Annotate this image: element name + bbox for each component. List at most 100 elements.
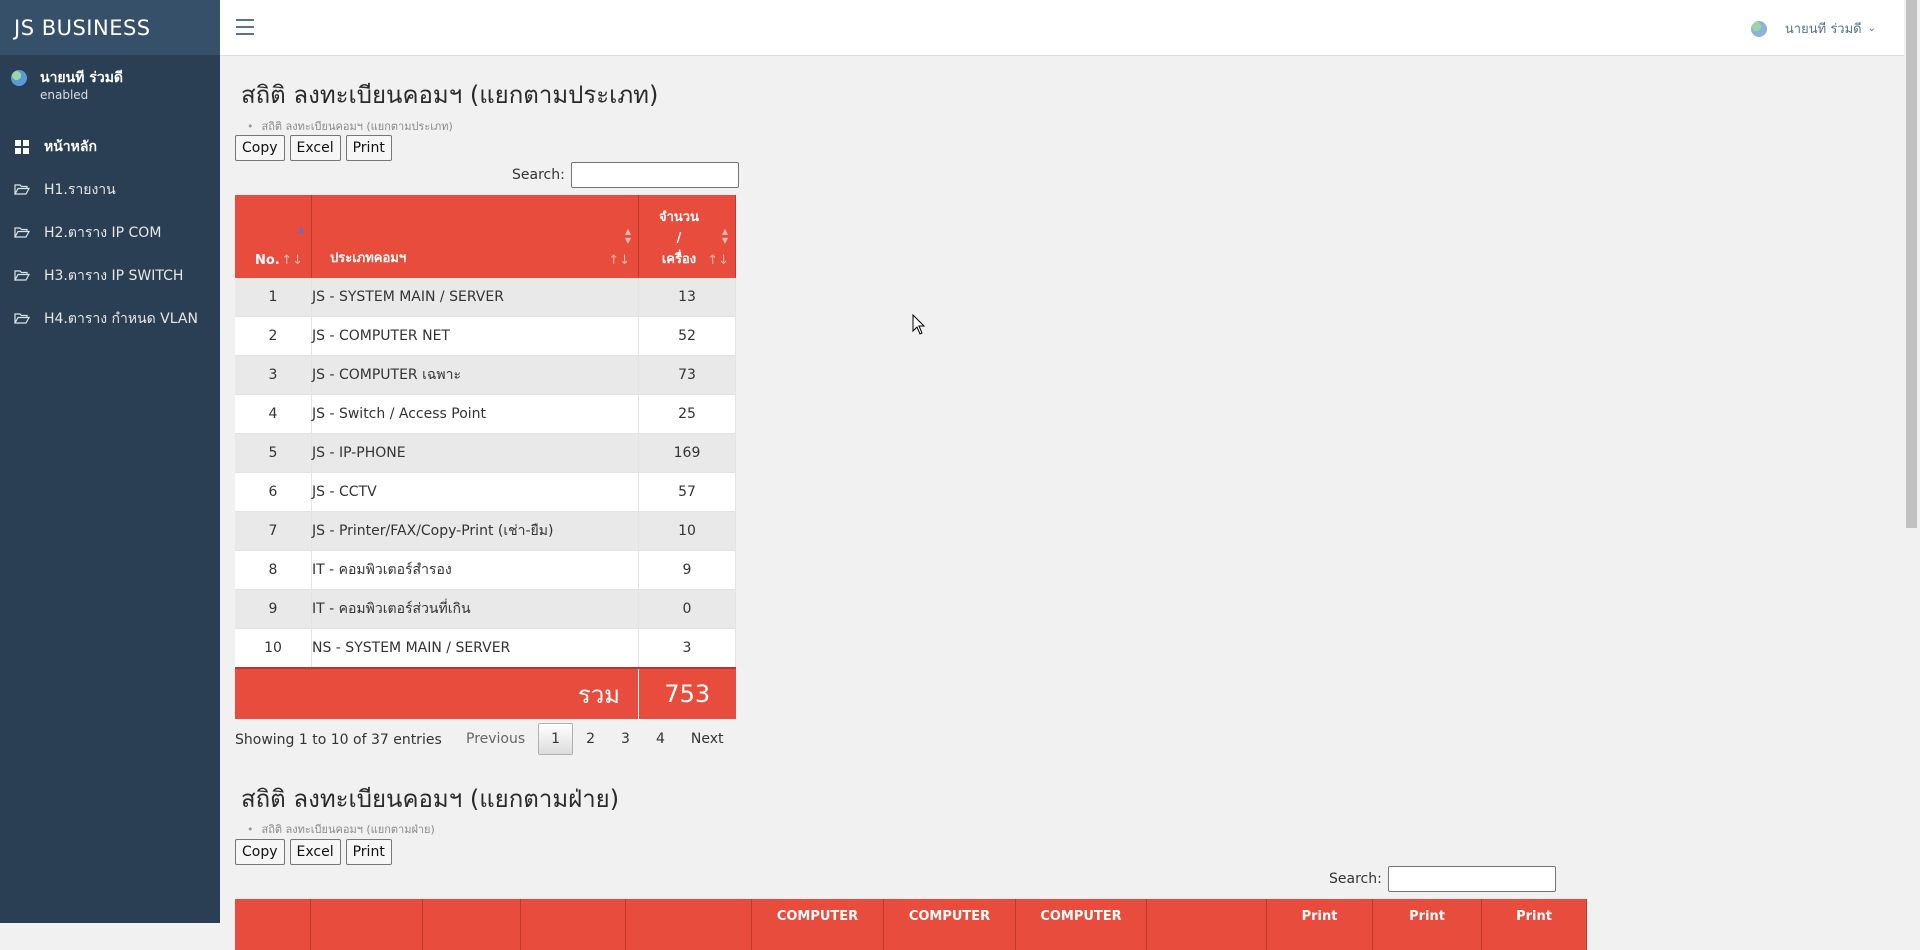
- sidebar-item-label: H3.ตาราง IP SWITCH: [44, 267, 184, 284]
- col-header[interactable]: [1146, 899, 1267, 950]
- sort-arrows-icon: ↑↓: [281, 253, 303, 268]
- cell-no: 2: [235, 316, 312, 356]
- brand-title[interactable]: JS BUSINESS: [0, 0, 220, 55]
- sidebar-item-label: หน้าหลัก: [44, 138, 97, 155]
- table-row[interactable]: 1 JS - SYSTEM MAIN / SERVER 13: [235, 278, 736, 317]
- user-avatar: [1750, 20, 1767, 37]
- pagination-page-3[interactable]: 3: [608, 723, 643, 755]
- cell-no: 9: [235, 589, 312, 629]
- mouse-cursor-icon: [912, 314, 926, 335]
- col-header[interactable]: Print: [1481, 899, 1587, 950]
- table-row[interactable]: 4 JS - Switch / Access Point 25: [235, 394, 736, 434]
- cell-type: IT - คอมพิวเตอร์ส่วนที่เกิน: [311, 589, 639, 629]
- sidebar-item-ip-switch[interactable]: H3.ตาราง IP SWITCH: [0, 254, 220, 297]
- sidebar-item-home[interactable]: หน้าหลัก: [0, 125, 220, 168]
- folder-open-icon: [14, 312, 30, 326]
- cell-type: JS - CCTV: [311, 472, 639, 512]
- table-row[interactable]: 8 IT - คอมพิวเตอร์สำรอง 9: [235, 550, 736, 590]
- cell-no: 6: [235, 472, 312, 512]
- sidebar-item-vlan[interactable]: H4.ตาราง กำหนด VLAN: [0, 297, 220, 340]
- table-row[interactable]: 3 JS - COMPUTER เฉพาะ 73: [235, 355, 736, 395]
- table-row[interactable]: 6 JS - CCTV 57: [235, 472, 736, 512]
- sort-icon: ▲ ▼: [721, 227, 729, 245]
- col-header-type[interactable]: ประเภทคอมฯ ▲ ▼ ↑↓: [311, 195, 639, 278]
- user-menu[interactable]: นายนที ร่วมดี ⌄: [1750, 18, 1876, 39]
- col-header[interactable]: [235, 899, 311, 950]
- col-no-label: No.: [255, 253, 280, 268]
- division-stats-table: COMPUTER COMPUTER COMPUTER Print Print P…: [235, 899, 1587, 950]
- sidebar-menu: หน้าหลัก H1.รายงาน H2.ตาราง IP COM H3.ตา…: [0, 125, 220, 340]
- type-stats-table: No. ▲ ↑↓ ประเภทคอมฯ ▲ ▼ ↑↓ จำนวน / เครื่อ…: [235, 195, 736, 719]
- cell-type: JS - SYSTEM MAIN / SERVER: [311, 278, 639, 317]
- cell-type: JS - COMPUTER เฉพาะ: [311, 355, 639, 395]
- pagination-next[interactable]: Next: [678, 723, 737, 755]
- user-name: นายนที ร่วมดี: [1784, 22, 1862, 37]
- profile-name: นายนที ร่วมดี: [40, 70, 124, 86]
- col-qty-label-1: จำนวน: [659, 210, 699, 225]
- pagination-previous[interactable]: Previous: [453, 723, 538, 755]
- col-header[interactable]: Print: [1372, 899, 1482, 950]
- cell-type: JS - Switch / Access Point: [311, 394, 639, 434]
- cell-no: 7: [235, 511, 312, 551]
- print-button[interactable]: Print: [345, 135, 392, 161]
- cell-qty: 0: [638, 589, 736, 629]
- table-row[interactable]: 9 IT - คอมพิวเตอร์ส่วนที่เกิน 0: [235, 589, 736, 629]
- total-value: 753: [638, 667, 736, 719]
- col-header[interactable]: [625, 899, 752, 950]
- col-header[interactable]: [422, 899, 521, 950]
- sidebar-item-report[interactable]: H1.รายงาน: [0, 168, 220, 211]
- cell-type: JS - COMPUTER NET: [311, 316, 639, 356]
- table-row[interactable]: 5 JS - IP-PHONE 169: [235, 433, 736, 473]
- copy-button[interactable]: Copy: [235, 839, 285, 865]
- profile-panel: นายนที ร่วมดี enabled: [0, 55, 220, 125]
- pagination-page-1[interactable]: 1: [538, 723, 574, 755]
- cell-no: 5: [235, 433, 312, 473]
- print-button[interactable]: Print: [345, 839, 392, 865]
- col-header[interactable]: COMPUTER: [751, 899, 884, 950]
- scrollbar-thumb[interactable]: [1906, 0, 1917, 528]
- cell-qty: 10: [638, 511, 736, 551]
- section1-breadcrumb: สถิติ ลงทะเบียนคอมฯ (แยกตามประเภท): [247, 117, 453, 135]
- folder-open-icon: [14, 183, 30, 197]
- folder-open-icon: [14, 269, 30, 283]
- search-input[interactable]: [1387, 866, 1556, 892]
- cell-qty: 169: [638, 433, 736, 473]
- excel-button[interactable]: Excel: [289, 135, 341, 161]
- table-row[interactable]: 2 JS - COMPUTER NET 52: [235, 316, 736, 356]
- col-qty-label-2: /: [676, 231, 682, 246]
- section2-breadcrumb: สถิติ ลงทะเบียนคอมฯ (แยกตามฝ่าย): [247, 820, 435, 838]
- sidebar-item-label: H1.รายงาน: [44, 181, 116, 198]
- chevron-down-icon: ⌄: [1867, 23, 1876, 34]
- section1-search: Search:: [512, 162, 739, 188]
- search-input[interactable]: [570, 162, 739, 188]
- section2-search: Search:: [1329, 866, 1556, 892]
- col-header[interactable]: [520, 899, 626, 950]
- col-header[interactable]: COMPUTER: [883, 899, 1016, 950]
- search-label: Search:: [512, 167, 565, 183]
- cell-type: JS - Printer/FAX/Copy-Print (เช่า-ยืม): [311, 511, 639, 551]
- table-row[interactable]: 10 NS - SYSTEM MAIN / SERVER 3: [235, 628, 736, 669]
- col-header[interactable]: COMPUTER: [1015, 899, 1147, 950]
- sidebar-item-ip-com[interactable]: H2.ตาราง IP COM: [0, 211, 220, 254]
- cell-no: 1: [235, 278, 312, 317]
- col-type-label: ประเภทคอมฯ: [330, 251, 407, 266]
- sort-arrows-icon: ↑↓: [707, 253, 729, 268]
- pagination-page-2[interactable]: 2: [573, 723, 608, 755]
- avatar: [11, 70, 27, 86]
- section2-export-buttons: Copy Excel Print: [235, 839, 392, 865]
- excel-button[interactable]: Excel: [289, 839, 341, 865]
- type-stats-body: 1 JS - SYSTEM MAIN / SERVER 13 2 JS - COMPU…: [235, 278, 736, 669]
- col-header-no[interactable]: No. ▲ ↑↓: [235, 195, 312, 278]
- table-row[interactable]: 7 JS - Printer/FAX/Copy-Print (เช่า-ยืม) 1…: [235, 511, 736, 551]
- col-header[interactable]: Print: [1266, 899, 1373, 950]
- hamburger-icon[interactable]: [236, 19, 254, 35]
- table-footer-row: รวม 753: [235, 667, 736, 719]
- section2-title: สถิติ ลงทะเบียนคอมฯ (แยกตามฝ่าย): [241, 785, 620, 813]
- col-header[interactable]: [310, 899, 423, 950]
- pagination-page-4[interactable]: 4: [643, 723, 678, 755]
- cell-qty: 52: [638, 316, 736, 356]
- col-header-qty[interactable]: จำนวน / เครื่อง ▲ ▼ ↑↓: [638, 195, 736, 278]
- copy-button[interactable]: Copy: [235, 135, 285, 161]
- cell-no: 10: [235, 628, 312, 669]
- section1-title: สถิติ ลงทะเบียนคอมฯ (แยกตามประเภท): [241, 81, 659, 109]
